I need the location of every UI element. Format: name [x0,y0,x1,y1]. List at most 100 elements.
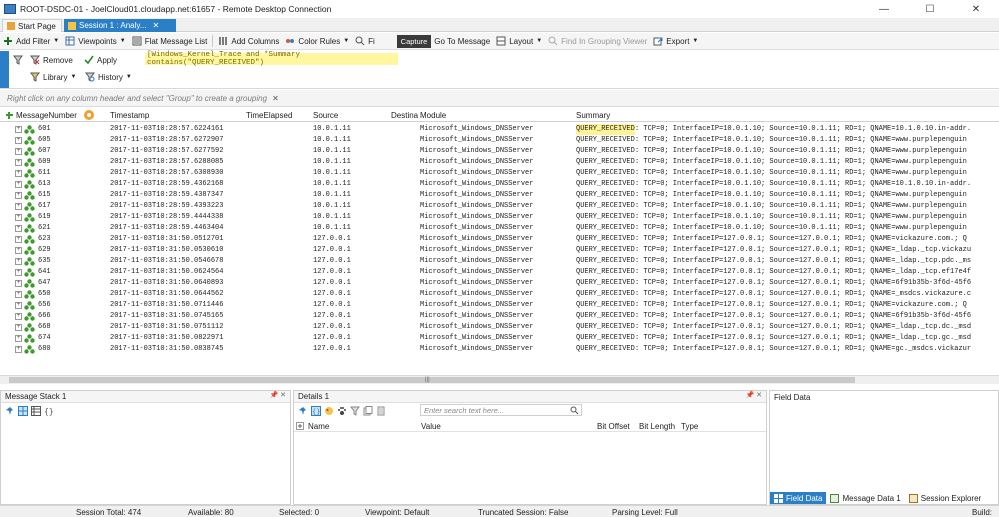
expand-row-icon[interactable]: + [15,170,22,177]
table-row[interactable]: +615 2017-11-03T10:28:59.4387347 10.0.1.11… [0,190,999,201]
details-column-bit-offset[interactable]: Bit Offset [597,422,630,431]
tab-start-page[interactable]: Start Page [2,19,62,32]
chevron-down-icon[interactable]: ▼ [53,38,59,44]
table-row[interactable]: +623 2017-11-03T10:31:50.0512701 127.0.0.1… [0,234,999,245]
column-header-message-number[interactable]: MessageNumber [16,111,77,120]
table-row[interactable]: +607 2017-11-03T10:28:57.6277592 10.0.1.11… [0,146,999,157]
table-view-icon[interactable] [31,406,41,416]
table-row[interactable]: +674 2017-11-03T10:31:50.0822971 127.0.0.1… [0,333,999,344]
layout-button[interactable]: Layout ▼ [493,34,545,49]
expand-row-icon[interactable]: + [15,335,22,342]
close-grouping-hint-icon[interactable]: ✕ [272,94,279,103]
details-search-input[interactable]: Enter search text here... [420,404,582,416]
viewpoints-button[interactable]: Viewpoints ▼ [62,34,129,49]
details-column-name[interactable]: Name [308,422,329,431]
expand-row-icon[interactable]: + [15,346,22,353]
chevron-down-icon[interactable]: ▼ [343,38,349,44]
horizontal-scrollbar[interactable]: ||| [0,375,999,384]
tab-message-data-1[interactable]: Message Data 1 [826,492,904,504]
expand-row-icon[interactable]: + [15,236,22,243]
remove-filter-button[interactable]: Remove [30,55,73,65]
expand-row-icon[interactable]: + [15,181,22,188]
chevron-down-icon[interactable]: ▼ [70,74,76,80]
expand-row-icon[interactable]: + [15,269,22,276]
braces-icon[interactable]: {} [44,406,54,416]
expand-row-icon[interactable]: + [15,192,22,199]
pin-icon[interactable]: 📌 [745,392,754,399]
chevron-down-icon[interactable]: ▼ [536,38,542,44]
table-row[interactable]: +605 2017-11-03T10:28:57.6272907 10.0.1.11… [0,135,999,146]
chevron-down-icon[interactable]: ▼ [692,38,698,44]
column-header-module[interactable]: Module [420,111,446,120]
apply-filter-button[interactable]: Apply [84,55,117,65]
filter-expression-input[interactable]: [Windows_Kernel_Trace and *Summary conta… [145,51,398,67]
column-header-time-elapsed[interactable]: TimeElapsed [246,111,292,120]
column-header-source[interactable]: Source [313,111,338,120]
filter-icon[interactable] [350,406,360,416]
diagnosis-icon[interactable] [83,109,95,121]
table-row[interactable]: +619 2017-11-03T10:28:59.4444338 10.0.1.11… [0,212,999,223]
code-view-icon[interactable]: {} [311,406,321,416]
tab-field-data[interactable]: Field Data [770,492,827,504]
search-icon[interactable] [570,406,579,415]
table-row[interactable]: +656 2017-11-03T10:31:50.0711446 127.0.0.1… [0,300,999,311]
expand-row-icon[interactable]: + [15,247,22,254]
close-pane-icon[interactable]: ✕ [756,392,762,399]
table-row[interactable]: +611 2017-11-03T10:28:57.6308930 10.0.1.11… [0,168,999,179]
pin-stack-icon[interactable] [5,406,15,416]
palette-icon[interactable] [324,406,334,416]
expand-row-icon[interactable]: + [15,214,22,221]
filter-funnel-button[interactable] [13,55,26,65]
chevron-down-icon[interactable]: ▼ [126,74,132,80]
table-row[interactable]: +650 2017-11-03T10:31:50.0644562 127.0.0.1… [0,289,999,300]
maximize-button[interactable]: ☐ [907,0,953,18]
details-column-bit-length[interactable]: Bit Length [639,422,675,431]
table-row[interactable]: +668 2017-11-03T10:31:50.0751112 127.0.0.1… [0,322,999,333]
expand-row-icon[interactable]: + [15,225,22,232]
table-row[interactable]: +613 2017-11-03T10:28:59.4362168 10.0.1.11… [0,179,999,190]
expand-row-icon[interactable]: + [15,137,22,144]
expand-row-icon[interactable]: + [15,280,22,287]
details-column-value[interactable]: Value [421,422,441,431]
scrollbar-thumb[interactable] [9,377,855,383]
chevron-down-icon[interactable]: ▼ [120,38,126,44]
document-icon[interactable] [376,406,386,416]
details-column-type[interactable]: Type [681,422,698,431]
expand-row-icon[interactable]: + [15,324,22,331]
expand-row-icon[interactable]: + [15,148,22,155]
pin-icon[interactable]: 📌 [269,392,278,399]
table-row[interactable]: +635 2017-11-03T10:31:50.0546678 127.0.0.1… [0,256,999,267]
expand-row-icon[interactable]: + [15,258,22,265]
pin-details-icon[interactable] [298,406,308,416]
tab-session-1[interactable]: Session 1 : Analy... ✕ [64,19,176,32]
flat-message-list-button[interactable]: Flat Message List [129,34,211,49]
add-filter-button[interactable]: Add Filter ▼ [0,34,62,49]
table-row[interactable]: +629 2017-11-03T10:31:50.0530610 127.0.0.1… [0,245,999,256]
table-row[interactable]: +647 2017-11-03T10:31:50.0640893 127.0.0.1… [0,278,999,289]
expand-row-icon[interactable]: + [15,313,22,320]
grid-view-icon[interactable] [18,406,28,416]
column-header-destination[interactable]: Destina [391,111,418,120]
expand-row-icon[interactable]: + [15,159,22,166]
expand-all-icon[interactable] [296,422,304,430]
minimize-button[interactable]: — [861,0,907,18]
table-row[interactable]: +617 2017-11-03T10:28:59.4393223 10.0.1.11… [0,201,999,212]
expand-row-icon[interactable]: + [15,203,22,210]
tab-close-icon[interactable]: ✕ [152,21,159,30]
close-button[interactable]: ✕ [953,0,999,18]
close-pane-icon[interactable]: ✕ [280,392,286,399]
column-header-summary[interactable]: Summary [576,111,610,120]
column-header-timestamp[interactable]: Timestamp [110,111,149,120]
add-columns-button[interactable]: Add Columns [215,34,282,49]
expand-row-icon[interactable]: + [15,291,22,298]
filter-library-button[interactable]: Library ▼ [30,72,76,82]
table-row[interactable]: +621 2017-11-03T10:28:59.4463404 10.0.1.11… [0,223,999,234]
table-row[interactable]: +601 2017-11-03T10:28:57.6224161 10.0.1.11… [0,124,999,135]
export-button[interactable]: Export ▼ [650,34,701,49]
table-row[interactable]: +641 2017-11-03T10:31:50.0624564 127.0.0.1… [0,267,999,278]
expand-row-icon[interactable]: + [15,302,22,309]
table-row[interactable]: +609 2017-11-03T10:28:57.6288085 10.0.1.11… [0,157,999,168]
copy-icon[interactable] [363,406,373,416]
color-rules-button[interactable]: Color Rules ▼ [282,34,352,49]
table-row[interactable]: +680 2017-11-03T10:31:50.0838745 127.0.0.1… [0,344,999,355]
